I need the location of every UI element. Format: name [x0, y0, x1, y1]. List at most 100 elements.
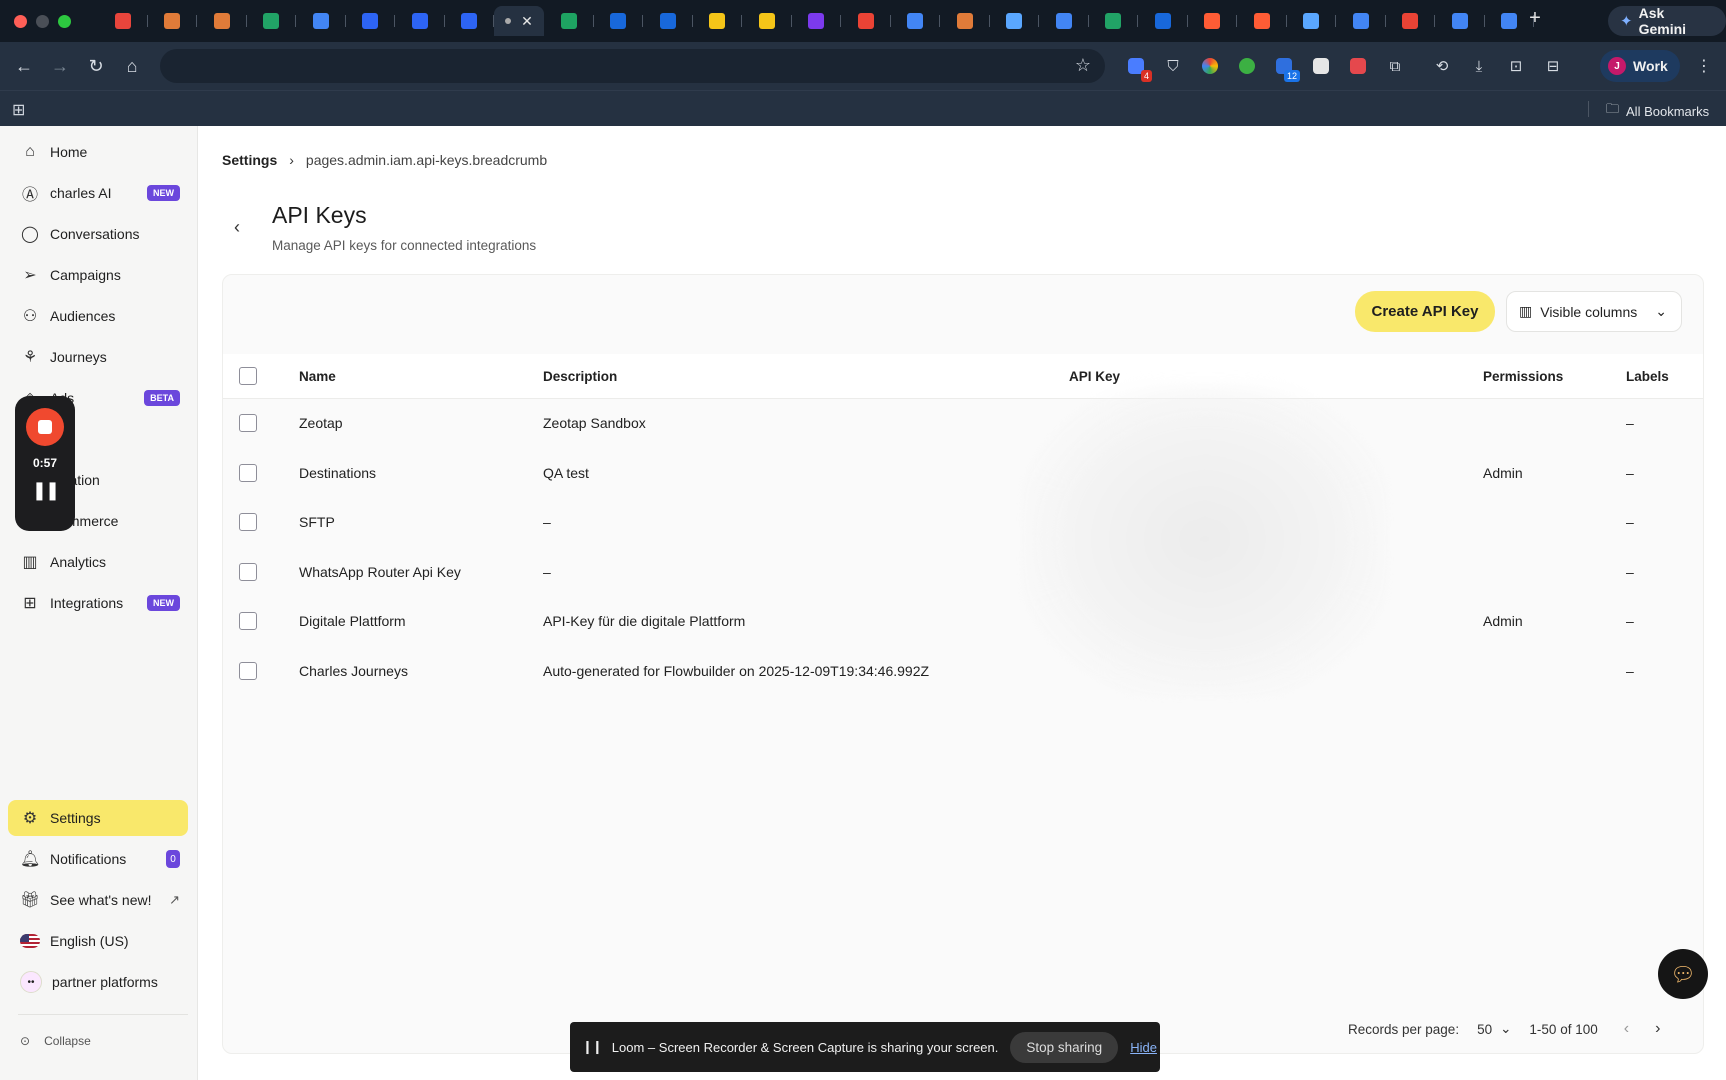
extension-icon[interactable] [1198, 54, 1222, 78]
browser-tab[interactable] [1435, 6, 1485, 36]
browser-tab[interactable] [544, 6, 594, 36]
new-tab-button[interactable]: + [1522, 7, 1548, 30]
row-checkbox[interactable] [239, 414, 257, 432]
history-icon[interactable]: ⟲ [1430, 54, 1454, 78]
minimize-window-button[interactable] [36, 14, 49, 28]
browser-tab[interactable] [792, 6, 841, 36]
browser-tab[interactable] [643, 6, 693, 36]
language-selector[interactable]: English (US) [8, 923, 188, 959]
profile-button[interactable]: J Work [1600, 50, 1680, 82]
browser-tab[interactable]: ✕ [494, 6, 544, 36]
sidebar-item-campaigns[interactable]: ➢ Campaigns [8, 257, 188, 293]
sidebar-item-charles-ai[interactable]: Ⓐcharles AI NEW [8, 175, 188, 211]
column-header-api-key[interactable]: API Key [1069, 369, 1120, 384]
row-checkbox[interactable] [239, 612, 257, 630]
stop-sharing-button[interactable]: Stop sharing [1010, 1031, 1119, 1063]
sidebar-item-conversations[interactable]: ◯ Conversations [8, 216, 188, 252]
close-tab-icon[interactable]: ✕ [521, 13, 533, 30]
table-row[interactable]: WhatsApp Router Api Key – – [223, 548, 1703, 597]
collapse-sidebar-button[interactable]: ⊙ Collapse [20, 1034, 91, 1048]
stop-recording-button[interactable] [26, 408, 64, 446]
create-api-key-button[interactable]: Create API Key [1355, 291, 1495, 332]
close-window-button[interactable] [14, 14, 27, 28]
home-icon[interactable]: ⌂ [114, 48, 150, 84]
puzzle-icon[interactable]: ⧉ [1383, 54, 1407, 78]
browser-tab[interactable] [1287, 6, 1336, 36]
ask-gemini-button[interactable]: ✦ Ask Gemini [1608, 5, 1726, 37]
browser-tab[interactable] [990, 6, 1039, 36]
download-icon[interactable]: ⤓ [1467, 54, 1491, 78]
screenshot-icon[interactable]: ⊡ [1504, 54, 1528, 78]
browser-tab[interactable] [395, 6, 445, 36]
sidebar-item-journeys[interactable]: ⚘ Journeys [8, 339, 188, 375]
help-chat-button[interactable]: 💬︎ [1658, 949, 1708, 999]
back-arrow-icon[interactable]: ← [6, 48, 42, 84]
extension-icon[interactable] [1346, 54, 1370, 78]
row-checkbox[interactable] [239, 562, 257, 581]
browser-tab[interactable] [742, 6, 792, 36]
sidebar-item-integrations[interactable]: ⊞ Integrations NEW [8, 585, 188, 621]
next-page-button[interactable]: › [1655, 1020, 1660, 1038]
breadcrumb-settings-link[interactable]: Settings [222, 152, 277, 168]
column-header-description[interactable]: Description [543, 369, 617, 384]
maximize-window-button[interactable] [58, 14, 71, 28]
reload-icon[interactable]: ↻ [78, 48, 114, 84]
browser-tab[interactable] [940, 6, 990, 36]
column-header-labels[interactable]: Labels [1626, 369, 1669, 384]
table-row[interactable]: Digitale Plattform API-Key für die digita… [223, 597, 1703, 646]
browser-tab[interactable] [445, 6, 494, 36]
browser-tab[interactable] [1237, 6, 1287, 36]
sidebar-item-notifications[interactable]: 🔔︎ Notifications 0 [8, 841, 188, 877]
browser-tab[interactable] [1386, 6, 1435, 36]
back-button[interactable]: ‹ [224, 214, 250, 240]
browser-menu-icon[interactable]: ⋮ [1696, 56, 1712, 76]
browser-tab[interactable] [1039, 6, 1089, 36]
sidebar-item-whats-new[interactable]: 🎁︎ See what's new! ↗ [8, 882, 188, 918]
table-row[interactable]: Charles Journeys Auto-generated for Flowb… [223, 647, 1703, 696]
browser-tab[interactable] [1138, 6, 1188, 36]
previous-page-button[interactable]: ‹ [1624, 1020, 1629, 1038]
table-row[interactable]: Zeotap Zeotap Sandbox – [223, 399, 1703, 448]
browser-tab[interactable] [148, 6, 197, 36]
browser-tab[interactable] [693, 6, 742, 36]
sidebar-item-settings[interactable]: ⚙ Settings [8, 800, 188, 836]
row-checkbox[interactable] [239, 463, 257, 482]
visible-columns-button[interactable]: ▥ Visible columns ⌄ [1506, 291, 1682, 332]
bookmark-star-icon[interactable]: ☆ [1075, 55, 1091, 76]
browser-tab[interactable] [594, 6, 643, 36]
sidebar-item-audiences[interactable]: ⚇ Audiences [8, 298, 188, 334]
address-bar[interactable]: ☆ [160, 49, 1105, 83]
extension-icon[interactable] [1309, 54, 1333, 78]
row-checkbox[interactable] [239, 661, 257, 680]
browser-tab[interactable] [1089, 6, 1138, 36]
sidebar-item-home[interactable]: ⌂ Home [8, 134, 188, 170]
browser-tab[interactable] [197, 6, 247, 36]
browser-tab[interactable] [98, 6, 148, 36]
extension-icon[interactable]: 4 [1124, 54, 1152, 82]
row-checkbox[interactable] [239, 513, 257, 531]
tab-search-icon[interactable]: ⊟ [1541, 54, 1565, 78]
select-all-checkbox[interactable] [239, 367, 257, 385]
browser-tab[interactable] [296, 6, 346, 36]
shield-icon[interactable]: ⛉ [1161, 54, 1185, 78]
pause-recording-button[interactable]: ❚❚ [32, 480, 60, 501]
browser-tab[interactable] [1336, 6, 1386, 36]
browser-tab[interactable] [841, 6, 891, 36]
browser-tab[interactable] [346, 6, 395, 36]
extension-icon[interactable]: 12 [1272, 54, 1300, 82]
workspace-switcher[interactable]: •• partner platforms [8, 964, 188, 1000]
records-per-page-select[interactable]: 50 ⌄ [1477, 1021, 1511, 1037]
sidebar-item-analytics[interactable]: ▥ Analytics [8, 544, 188, 580]
browser-tab[interactable] [247, 6, 296, 36]
extension-icon[interactable] [1235, 54, 1259, 78]
hide-sharing-bar-link[interactable]: Hide [1130, 1040, 1157, 1055]
column-header-permissions[interactable]: Permissions [1483, 369, 1563, 384]
table-row[interactable]: SFTP – – [223, 498, 1703, 547]
browser-tab[interactable] [1188, 6, 1237, 36]
table-row[interactable]: Destinations QA test Admin – [223, 449, 1703, 498]
forward-arrow-icon[interactable]: → [42, 48, 78, 84]
apps-grid-icon[interactable]: ⊞ [12, 100, 25, 120]
column-header-name[interactable]: Name [299, 369, 336, 384]
all-bookmarks-button[interactable]: 🗀 All Bookmarks [1606, 100, 1709, 122]
browser-tab[interactable] [891, 6, 940, 36]
